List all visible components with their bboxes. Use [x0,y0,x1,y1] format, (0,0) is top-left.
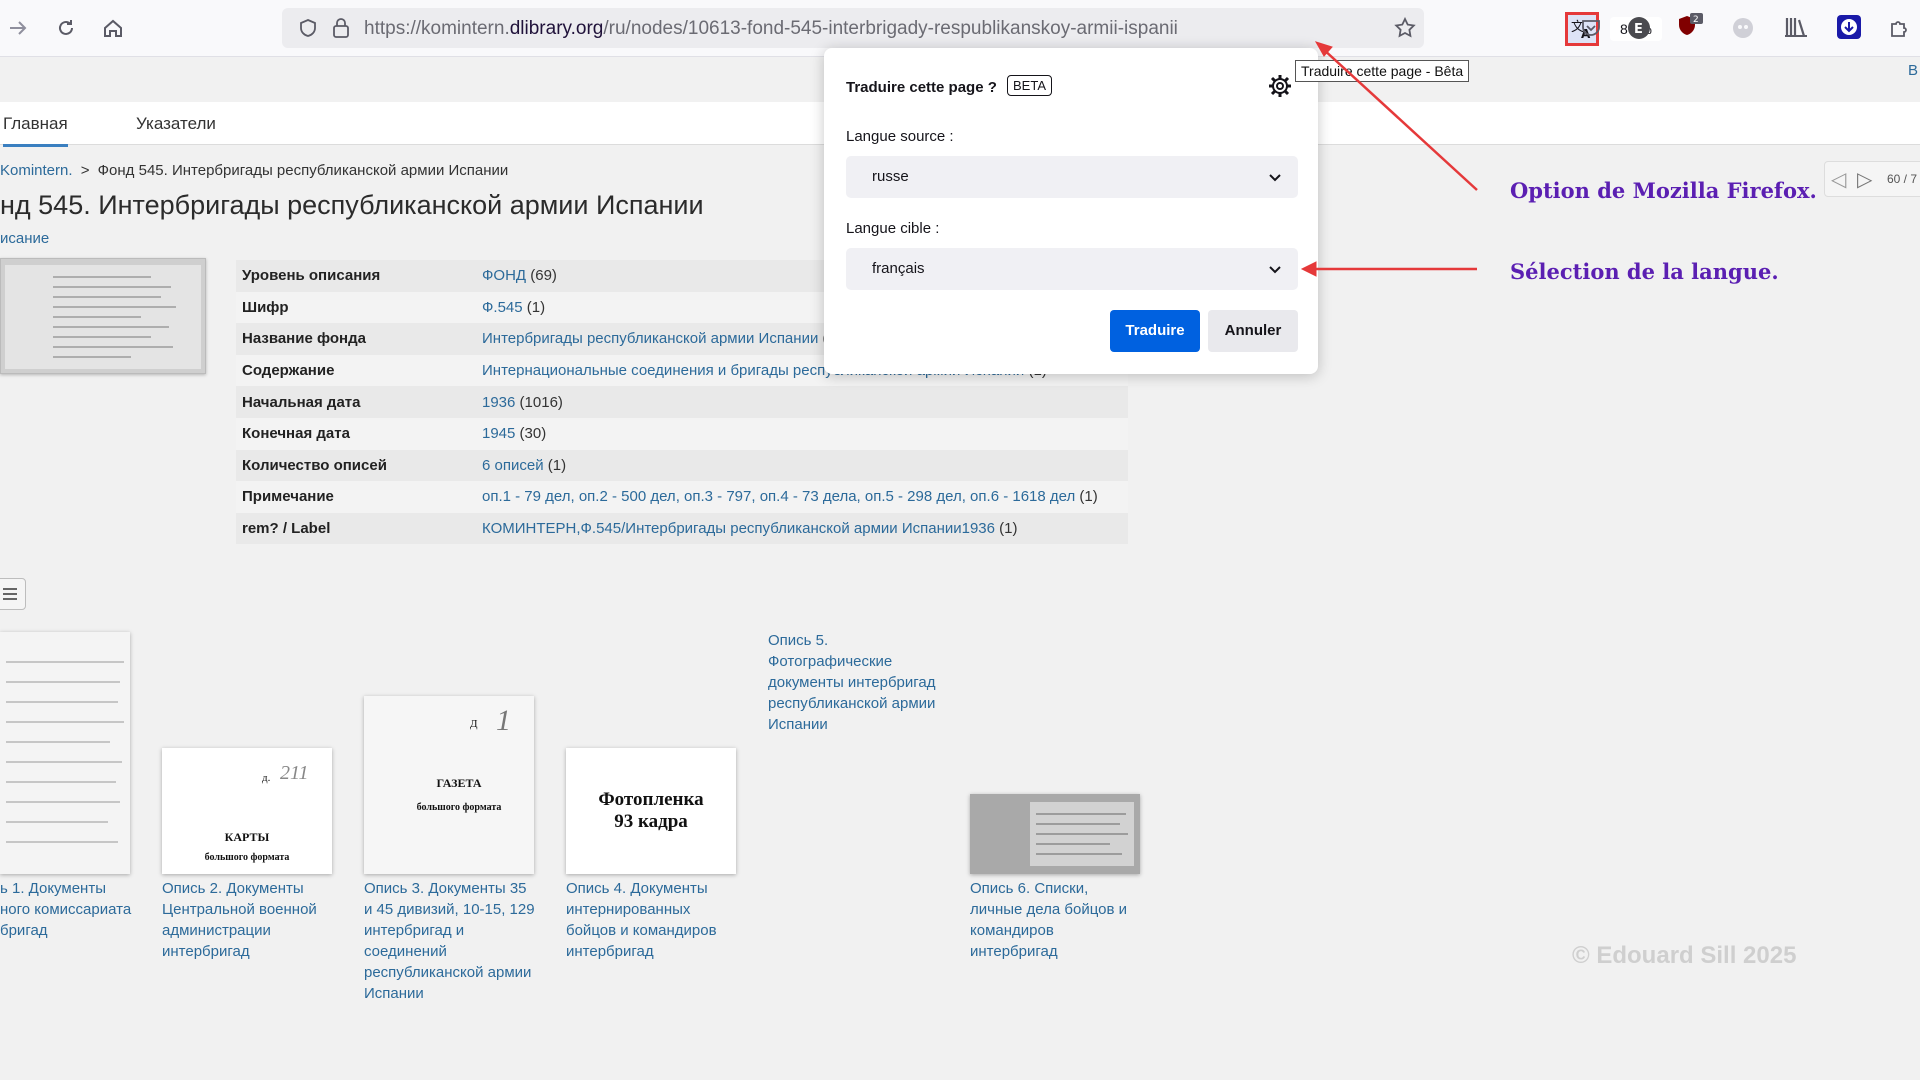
copyright-watermark: © Edouard Sill 2025 [1572,942,1797,969]
annotation-language-selection: Sélection de la langue. [1510,259,1779,284]
annotation-arrows [1300,41,1478,277]
annotation-firefox-option: Option de Mozilla Firefox. [1510,178,1817,203]
